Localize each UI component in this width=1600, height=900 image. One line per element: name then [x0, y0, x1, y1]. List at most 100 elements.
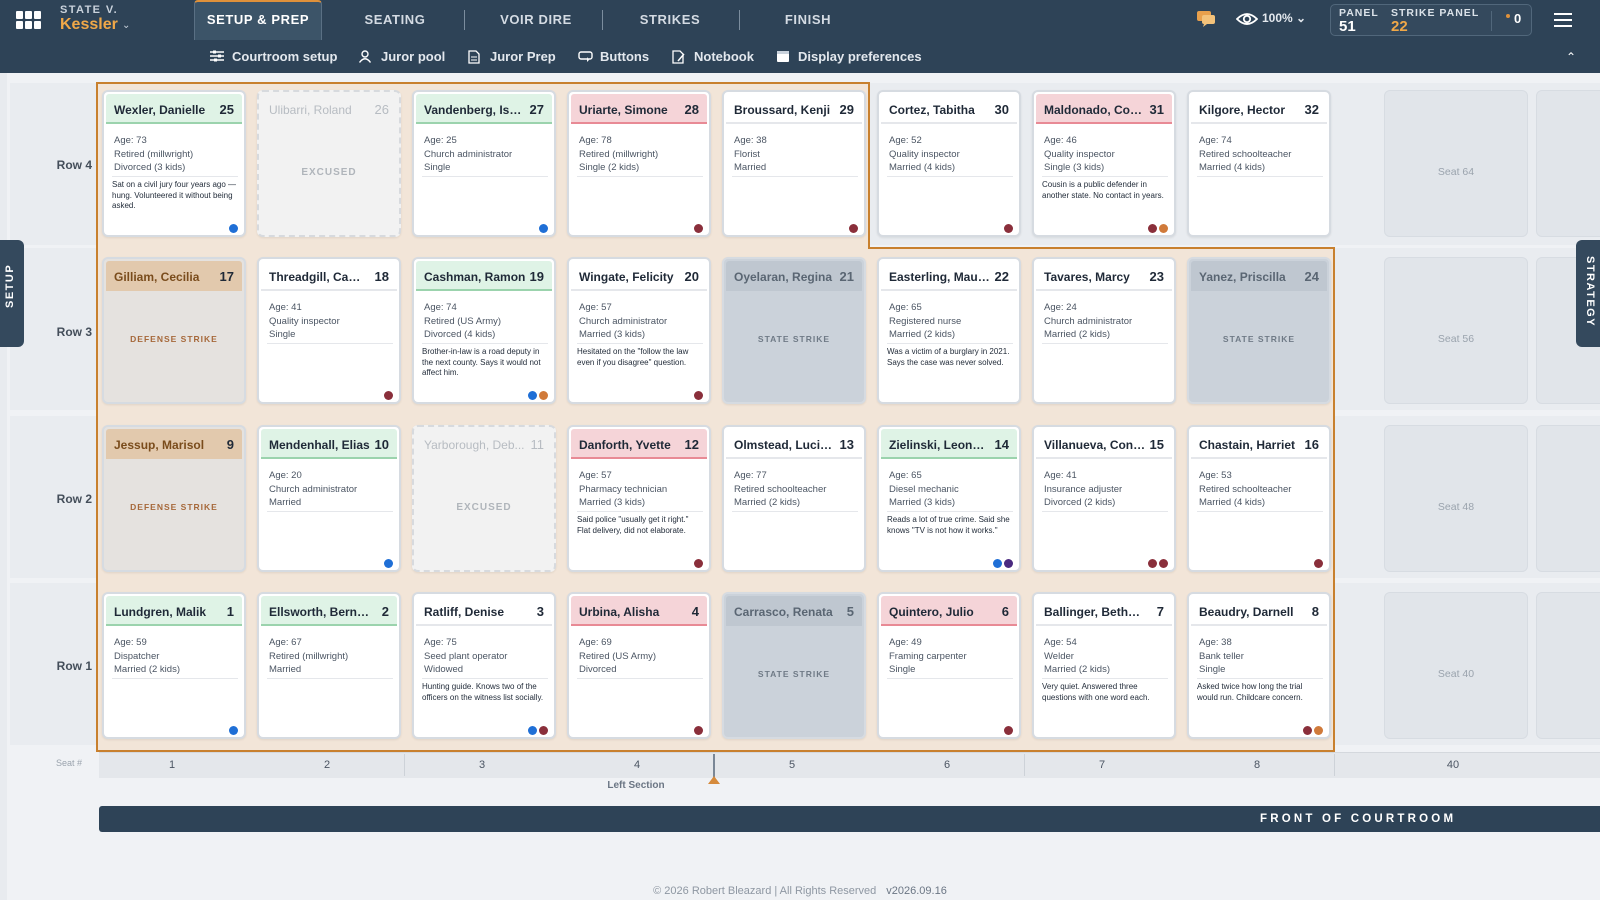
juror-family: Married (2 kids)	[889, 329, 955, 340]
juror-card[interactable]: Mendenhall, Elias 10 Age: 20 Church adminis…	[257, 425, 401, 572]
tab-setup-prep[interactable]: SETUP & PREP	[194, 0, 322, 40]
juror-card[interactable]: Yanez, Priscilla 24 STATE STRIKE	[1187, 257, 1331, 404]
juror-card[interactable]: Wexler, Danielle 25 Age: 73 Retired (millwr…	[102, 90, 246, 237]
juror-card[interactable]: Tavares, Marcy 23 Age: 24 Church administra…	[1032, 257, 1176, 404]
juror-occupation: Retired (US Army)	[579, 650, 657, 662]
juror-card[interactable]: Danforth, Yvette 12 Age: 57 Pharmacy techni…	[567, 425, 711, 572]
juror-card-header: Quintero, Julio 6	[881, 596, 1017, 626]
juror-card[interactable]: Yarborough, Deb... 11 EXCUSED	[412, 425, 556, 572]
juror-card[interactable]: Lundgren, Malik 1 Age: 59 Dispatcher Married…	[102, 592, 246, 739]
seat-axis-separator	[404, 754, 405, 776]
juror-card[interactable]: Maldonado, Cori... 31 Age: 46 Quality inspe…	[1032, 90, 1176, 237]
juror-tags	[1301, 722, 1323, 735]
tag-dot	[694, 224, 703, 233]
juror-card[interactable]: Ulibarri, Roland 26 EXCUSED	[257, 90, 401, 237]
juror-card[interactable]: Vandenberg, Isai... 27 Age: 25 Church admin…	[412, 90, 556, 237]
chat-icon[interactable]	[1196, 10, 1216, 28]
juror-card[interactable]: Olmstead, Lucinda 13 Age: 77 Retired school…	[722, 425, 866, 572]
juror-card[interactable]: Cashman, Ramon 19 Age: 74 Retired (US Army)…	[412, 257, 556, 404]
tab-strikes[interactable]: STRIKES	[620, 0, 720, 40]
juror-card[interactable]: Uriarte, Simone 28 Age: 78 Retired (millwri…	[567, 90, 711, 237]
juror-card[interactable]: Wingate, Felicity 20 Age: 57 Church adminis…	[567, 257, 711, 404]
juror-card[interactable]: Ballinger, Bethany 7 Age: 54 Welder Married …	[1032, 592, 1176, 739]
juror-card[interactable]: Ellsworth, Bernard 2 Age: 67 Retired (millw…	[257, 592, 401, 739]
row-label: Row 1	[56, 659, 92, 673]
empty-seat-partial[interactable]	[1536, 425, 1600, 572]
juror-card[interactable]: Gilliam, Cecilia 17 DEFENSE STRIKE	[102, 257, 246, 404]
juror-card-header: Olmstead, Lucinda 13	[726, 429, 862, 459]
juror-card-header: Wexler, Danielle 25	[106, 94, 242, 124]
tag-dot	[1148, 224, 1157, 233]
juror-age: Age: 77	[734, 470, 767, 481]
subnav-courtroom-setup[interactable]: Courtroom setup	[210, 40, 337, 73]
juror-tags	[847, 220, 858, 233]
juror-card[interactable]: Kilgore, Hector 32 Age: 74 Retired schoolte…	[1187, 90, 1331, 237]
juror-family: Single	[269, 329, 296, 340]
juror-card-header: Tavares, Marcy 23	[1036, 261, 1172, 291]
section-divider-handle-icon[interactable]	[708, 776, 720, 784]
juror-card[interactable]: Cortez, Tabitha 30 Age: 52 Quality inspecto…	[877, 90, 1021, 237]
juror-details: Age: 65 Diesel mechanic Married (3 kids)	[889, 469, 959, 510]
zoom-level[interactable]: 100% ⌄	[1262, 11, 1306, 25]
empty-seat[interactable]: Seat 40	[1384, 592, 1528, 739]
tab-finish[interactable]: FINISH	[758, 0, 858, 40]
apps-grid-icon[interactable]	[16, 11, 42, 29]
juror-card[interactable]: Urbina, Alisha 4 Age: 69 Retired (US Army) D…	[567, 592, 711, 739]
juror-card[interactable]: Easterling, Maur... 22 Age: 65 Registered n…	[877, 257, 1021, 404]
subnav-buttons[interactable]: Buttons	[578, 40, 649, 73]
collapse-chevron-icon[interactable]: ⌃	[1566, 50, 1576, 64]
juror-details: Age: 49 Framing carpenter Single	[889, 636, 967, 677]
tab-seating[interactable]: SEATING	[345, 0, 445, 40]
juror-tags	[1312, 555, 1323, 568]
juror-card[interactable]: Broussard, Kenji 29 Age: 38 Florist Married	[722, 90, 866, 237]
row-label: Row 2	[56, 492, 92, 506]
empty-seat[interactable]: Seat 56	[1384, 257, 1528, 404]
tab-voir-dire[interactable]: VOIR DIRE	[486, 0, 586, 40]
juror-details: Age: 53 Retired schoolteacher Married (4 k…	[1199, 469, 1291, 510]
subnav-juror-prep[interactable]: Juror Prep	[468, 40, 556, 73]
juror-card[interactable]: Jessup, Marisol 9 DEFENSE STRIKE	[102, 425, 246, 572]
subnav-display-preferences[interactable]: Display preferences	[776, 40, 922, 73]
juror-card[interactable]: Beaudry, Darnell 8 Age: 38 Bank teller Singl…	[1187, 592, 1331, 739]
hamburger-menu-icon[interactable]	[1554, 13, 1572, 27]
tag-dot	[1148, 559, 1157, 568]
juror-card[interactable]: Villanueva, Cons... 15 Age: 41 Insurance ad…	[1032, 425, 1176, 572]
juror-occupation: Quality inspector	[269, 315, 340, 327]
subnav-juror-pool[interactable]: Juror pool	[359, 40, 445, 73]
empty-seat-label: Seat 64	[1437, 166, 1475, 178]
seat-axis-number: 4	[633, 759, 641, 771]
juror-card[interactable]: Quintero, Julio 6 Age: 49 Framing carpenter…	[877, 592, 1021, 739]
chevron-down-icon[interactable]: ⌄	[122, 20, 130, 31]
juror-note	[267, 511, 393, 515]
tag-dot	[229, 726, 238, 735]
juror-card-header: Kilgore, Hector 32	[1191, 94, 1327, 124]
juror-occupation: Retired (millwright)	[269, 650, 349, 662]
juror-card[interactable]: Ratliff, Denise 3 Age: 75 Seed plant operat…	[412, 592, 556, 739]
subnav-notebook[interactable]: Notebook	[672, 40, 754, 73]
seat-number: 1	[226, 604, 234, 619]
empty-seat[interactable]: Seat 64	[1384, 90, 1528, 237]
empty-seat[interactable]: Seat 48	[1384, 425, 1528, 572]
juror-card[interactable]: Oyelaran, Regina 21 STATE STRIKE	[722, 257, 866, 404]
juror-family: Single	[1199, 664, 1226, 675]
footer: © 2026 Robert Bleazard | All Rights Rese…	[0, 885, 1600, 897]
juror-card[interactable]: Chastain, Harriet 16 Age: 53 Retired school…	[1187, 425, 1331, 572]
juror-card[interactable]: Zielinski, Leonard 14 Age: 65 Diesel mechan…	[877, 425, 1021, 572]
juror-note: Reads a lot of true crime. Said she know…	[887, 511, 1013, 536]
juror-name: Urbina, Alisha	[579, 605, 660, 619]
eye-icon[interactable]	[1236, 11, 1258, 27]
juror-card[interactable]: Threadgill, Camille 18 Age: 41 Quality insp…	[257, 257, 401, 404]
juror-card-header: Urbina, Alisha 4	[571, 596, 707, 626]
seat-axis-number: 3	[478, 759, 486, 771]
empty-seat-partial[interactable]	[1536, 90, 1600, 237]
empty-seat-partial[interactable]	[1536, 592, 1600, 739]
strategy-side-tab[interactable]: STRATEGY	[1576, 240, 1600, 347]
seat-axis-number: 1	[168, 759, 176, 771]
juror-details: Age: 57 Pharmacy technician Married (3 kid…	[579, 469, 667, 510]
strategy-side-tab-label: STRATEGY	[1584, 256, 1596, 328]
case-selector[interactable]: Kessler	[60, 16, 118, 34]
juror-card-header: Cortez, Tabitha 30	[881, 94, 1017, 124]
juror-age: Age: 52	[889, 135, 922, 146]
juror-card[interactable]: Carrasco, Renata 5 STATE STRIKE	[722, 592, 866, 739]
setup-side-tab[interactable]: SETUP	[0, 240, 24, 347]
